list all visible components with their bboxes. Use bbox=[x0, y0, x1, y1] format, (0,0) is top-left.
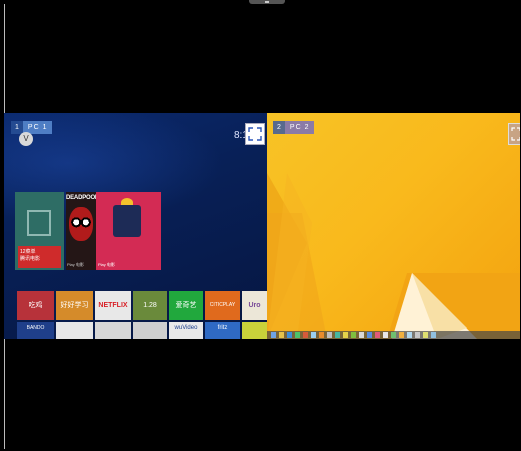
explorer-icon[interactable] bbox=[279, 332, 284, 338]
app-row: 吃鸡 好好学习 NETFLIX 1.28 爱奇艺 CITICPLAY Uro B… bbox=[17, 291, 267, 339]
pc1-badge-number: 1 bbox=[11, 121, 23, 134]
film-icon bbox=[27, 210, 51, 236]
app-icon[interactable] bbox=[359, 332, 364, 338]
app-icon[interactable] bbox=[383, 332, 388, 338]
pc2-badge: 2 PC 2 bbox=[273, 121, 315, 134]
split-screen-frame: 1 PC 1 V 8:1 12菜单 腾讯电影 DEADPOOL Play 电影 … bbox=[0, 0, 521, 451]
movie-tile-subtitle: 腾讯电影 bbox=[20, 256, 41, 262]
app-icon[interactable] bbox=[431, 332, 436, 338]
app-icon[interactable] bbox=[407, 332, 412, 338]
pc1-screen[interactable]: 1 PC 1 V 8:1 12菜单 腾讯电影 DEADPOOL Play 电影 … bbox=[4, 113, 267, 339]
app-tile[interactable] bbox=[133, 322, 167, 339]
movie-tile[interactable]: 12菜单 腾讯电影 bbox=[15, 192, 64, 270]
app-icon[interactable] bbox=[327, 332, 332, 338]
gift-sub: Play 电影 bbox=[98, 262, 115, 267]
taskbar[interactable] bbox=[267, 331, 520, 339]
wallpaper-image bbox=[267, 173, 520, 339]
app-tile[interactable] bbox=[95, 322, 131, 339]
app-icon[interactable] bbox=[343, 332, 348, 338]
pc2-screen[interactable]: 2 PC 2 bbox=[267, 113, 520, 339]
app-tile[interactable]: NETFLIX bbox=[95, 291, 131, 320]
deadpool-title: DEADPOOL bbox=[66, 195, 99, 201]
app-icon[interactable] bbox=[303, 332, 308, 338]
app-tile[interactable]: 吃鸡 bbox=[17, 291, 54, 320]
pc2-badge-name: PC 2 bbox=[284, 121, 315, 134]
app-tile[interactable]: Uro bbox=[242, 291, 267, 320]
movie-tile-title: 12菜单 bbox=[20, 249, 36, 255]
app-icon[interactable] bbox=[423, 332, 428, 338]
deadpool-tile[interactable]: DEADPOOL Play 电影 bbox=[66, 192, 99, 270]
movie-tile-label: 12菜单 腾讯电影 bbox=[18, 246, 61, 268]
app-tile[interactable]: 好好学习 bbox=[56, 291, 93, 320]
browser-icon[interactable] bbox=[287, 332, 292, 338]
app-icon[interactable] bbox=[295, 332, 300, 338]
app-tile[interactable]: 爱奇艺 bbox=[169, 291, 203, 320]
app-icon[interactable] bbox=[391, 332, 396, 338]
app-icon[interactable] bbox=[335, 332, 340, 338]
app-icon[interactable] bbox=[319, 332, 324, 338]
app-tile[interactable]: fritz bbox=[205, 322, 240, 339]
app-tile[interactable] bbox=[56, 322, 93, 339]
pc1-badge: 1 PC 1 bbox=[11, 121, 53, 134]
gift-box-icon bbox=[113, 205, 141, 237]
app-icon[interactable] bbox=[415, 332, 420, 338]
app-icon[interactable] bbox=[375, 332, 380, 338]
expand-icon[interactable] bbox=[245, 123, 265, 145]
app-tile[interactable]: wuVideo bbox=[169, 322, 203, 339]
avatar-icon[interactable]: V bbox=[19, 132, 33, 146]
app-tile[interactable]: BANDO bbox=[17, 322, 54, 339]
app-icon[interactable] bbox=[367, 332, 372, 338]
start-icon[interactable] bbox=[271, 332, 276, 338]
app-icon[interactable] bbox=[351, 332, 356, 338]
app-tile[interactable] bbox=[242, 322, 267, 339]
app-icon[interactable] bbox=[311, 332, 316, 338]
deadpool-sub: Play 电影 bbox=[67, 262, 84, 267]
expand-icon[interactable] bbox=[508, 123, 520, 145]
app-tile[interactable]: CITICPLAY bbox=[205, 291, 240, 320]
deadpool-mask-image bbox=[69, 207, 93, 241]
app-icon[interactable] bbox=[399, 332, 404, 338]
pc2-badge-number: 2 bbox=[273, 121, 285, 134]
app-tile[interactable]: 1.28 bbox=[133, 291, 167, 320]
gift-tile[interactable]: Play 电影 bbox=[96, 192, 161, 270]
